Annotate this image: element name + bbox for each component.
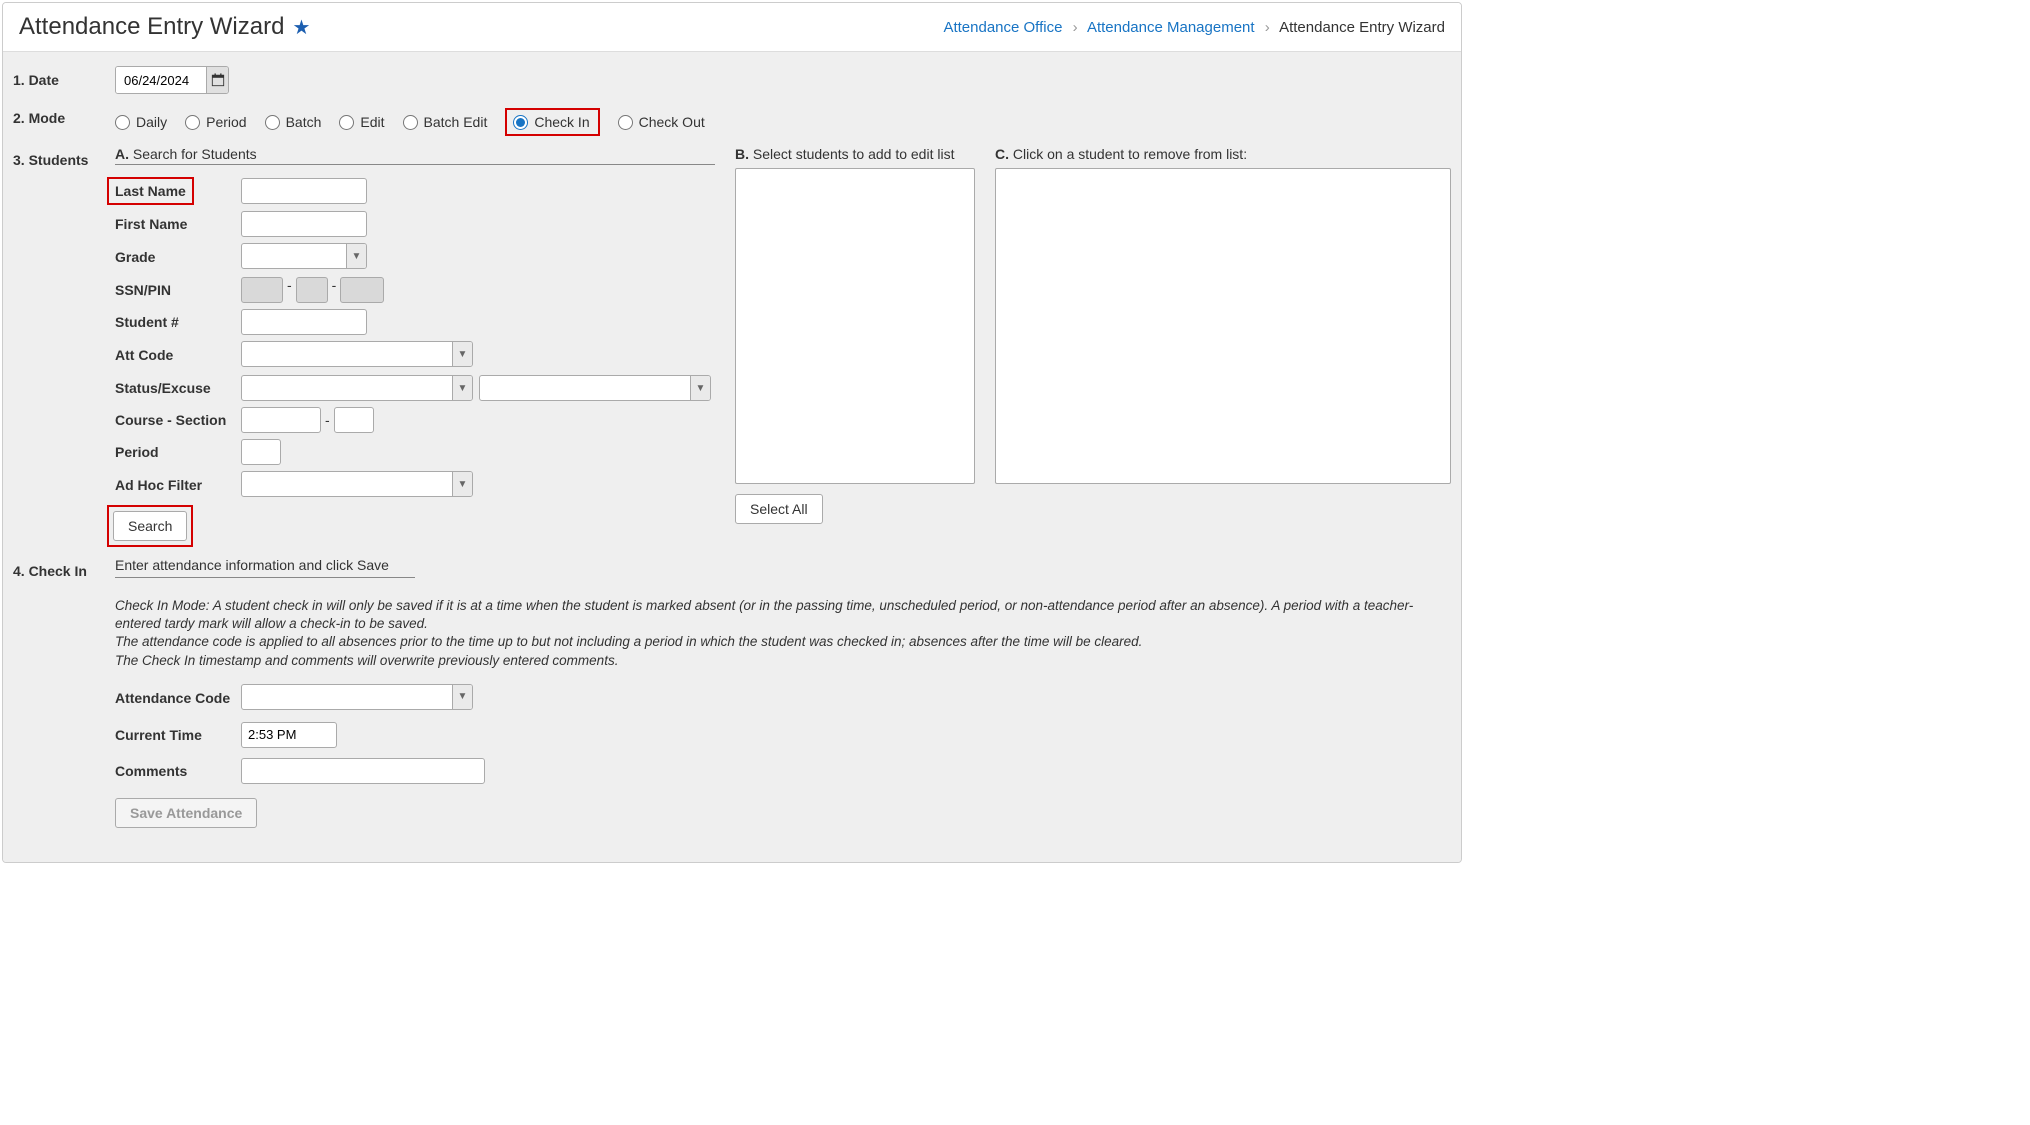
chevron-down-icon: ▼ (690, 376, 710, 400)
ad-hoc-filter-select[interactable]: ▼ (241, 471, 473, 497)
status-excuse-label: Status/Excuse (115, 380, 241, 396)
student-number-input[interactable] (241, 309, 367, 335)
mode-radio-check-out[interactable]: Check Out (618, 114, 705, 130)
favorite-star-icon[interactable]: ★ (292, 15, 310, 40)
course-input[interactable] (241, 407, 321, 433)
chevron-down-icon: ▼ (452, 472, 472, 496)
mode-radio-group: Daily Period Batch Edit Batch Edit (115, 104, 1451, 136)
step-2-label: 2. Mode (13, 104, 115, 126)
ssn-part-2-input[interactable] (296, 277, 328, 303)
breadcrumb-link-office[interactable]: Attendance Office (943, 19, 1062, 36)
student-number-label: Student # (115, 314, 241, 330)
page-title: Attendance Entry Wizard (19, 13, 284, 41)
col-c-head: C. Click on a student to remove from lis… (995, 146, 1451, 162)
step-1-label: 1. Date (13, 66, 115, 88)
mode-radio-edit[interactable]: Edit (339, 114, 384, 130)
excuse-select[interactable]: ▼ (479, 375, 711, 401)
mode-radio-daily[interactable]: Daily (115, 114, 167, 130)
status-select[interactable]: ▼ (241, 375, 473, 401)
mode-radio-batch[interactable]: Batch (265, 114, 322, 130)
first-name-input[interactable] (241, 211, 367, 237)
comments-label: Comments (115, 763, 241, 779)
chevron-down-icon: ▼ (346, 244, 366, 268)
period-input[interactable] (241, 439, 281, 465)
mode-radio-check-in[interactable]: Check In (505, 108, 599, 136)
checkin-info-text: Check In Mode: A student check in will o… (115, 597, 1451, 670)
breadcrumb: Attendance Office › Attendance Managemen… (943, 19, 1445, 36)
grade-select[interactable]: ▼ (241, 243, 367, 269)
step-4-label: 4. Check In (13, 557, 115, 579)
chevron-down-icon: ▼ (452, 376, 472, 400)
comments-input[interactable] (241, 758, 485, 784)
att-code-label: Att Code (115, 347, 241, 363)
ssn-pin-label: SSN/PIN (115, 282, 241, 298)
current-time-input[interactable] (241, 722, 337, 748)
selected-students-listbox[interactable] (995, 168, 1451, 484)
attendance-code-label: Attendance Code (115, 690, 241, 706)
col-b-head: B. Select students to add to edit list (735, 146, 975, 162)
chevron-down-icon: ▼ (452, 342, 472, 366)
section-input[interactable] (334, 407, 374, 433)
attendance-code-select[interactable]: ▼ (241, 684, 473, 710)
course-section-label: Course - Section (115, 412, 241, 428)
save-attendance-button[interactable]: Save Attendance (115, 798, 257, 828)
grade-label: Grade (115, 249, 241, 265)
select-all-button[interactable]: Select All (735, 494, 823, 524)
current-time-label: Current Time (115, 727, 241, 743)
ad-hoc-filter-label: Ad Hoc Filter (115, 477, 241, 493)
search-button[interactable]: Search (113, 511, 187, 541)
search-results-listbox[interactable] (735, 168, 975, 484)
chevron-down-icon: ▼ (452, 685, 472, 709)
breadcrumb-current: Attendance Entry Wizard (1279, 19, 1445, 36)
chevron-right-icon: › (1265, 19, 1270, 36)
last-name-input[interactable] (241, 178, 367, 204)
first-name-label: First Name (115, 216, 241, 232)
step-3-label: 3. Students (13, 146, 115, 168)
ssn-part-1-input[interactable] (241, 277, 283, 303)
mode-radio-batch-edit[interactable]: Batch Edit (403, 114, 488, 130)
calendar-icon[interactable] (206, 67, 228, 93)
checkin-subhead: Enter attendance information and click S… (115, 557, 415, 578)
period-label: Period (115, 444, 241, 460)
last-name-label: Last Name (115, 183, 186, 199)
ssn-part-3-input[interactable] (340, 277, 384, 303)
chevron-right-icon: › (1073, 19, 1078, 36)
att-code-select[interactable]: ▼ (241, 341, 473, 367)
col-a-head: A. Search for Students (115, 146, 715, 165)
mode-radio-period[interactable]: Period (185, 114, 246, 130)
date-input[interactable] (116, 67, 206, 93)
breadcrumb-link-management[interactable]: Attendance Management (1087, 19, 1255, 36)
